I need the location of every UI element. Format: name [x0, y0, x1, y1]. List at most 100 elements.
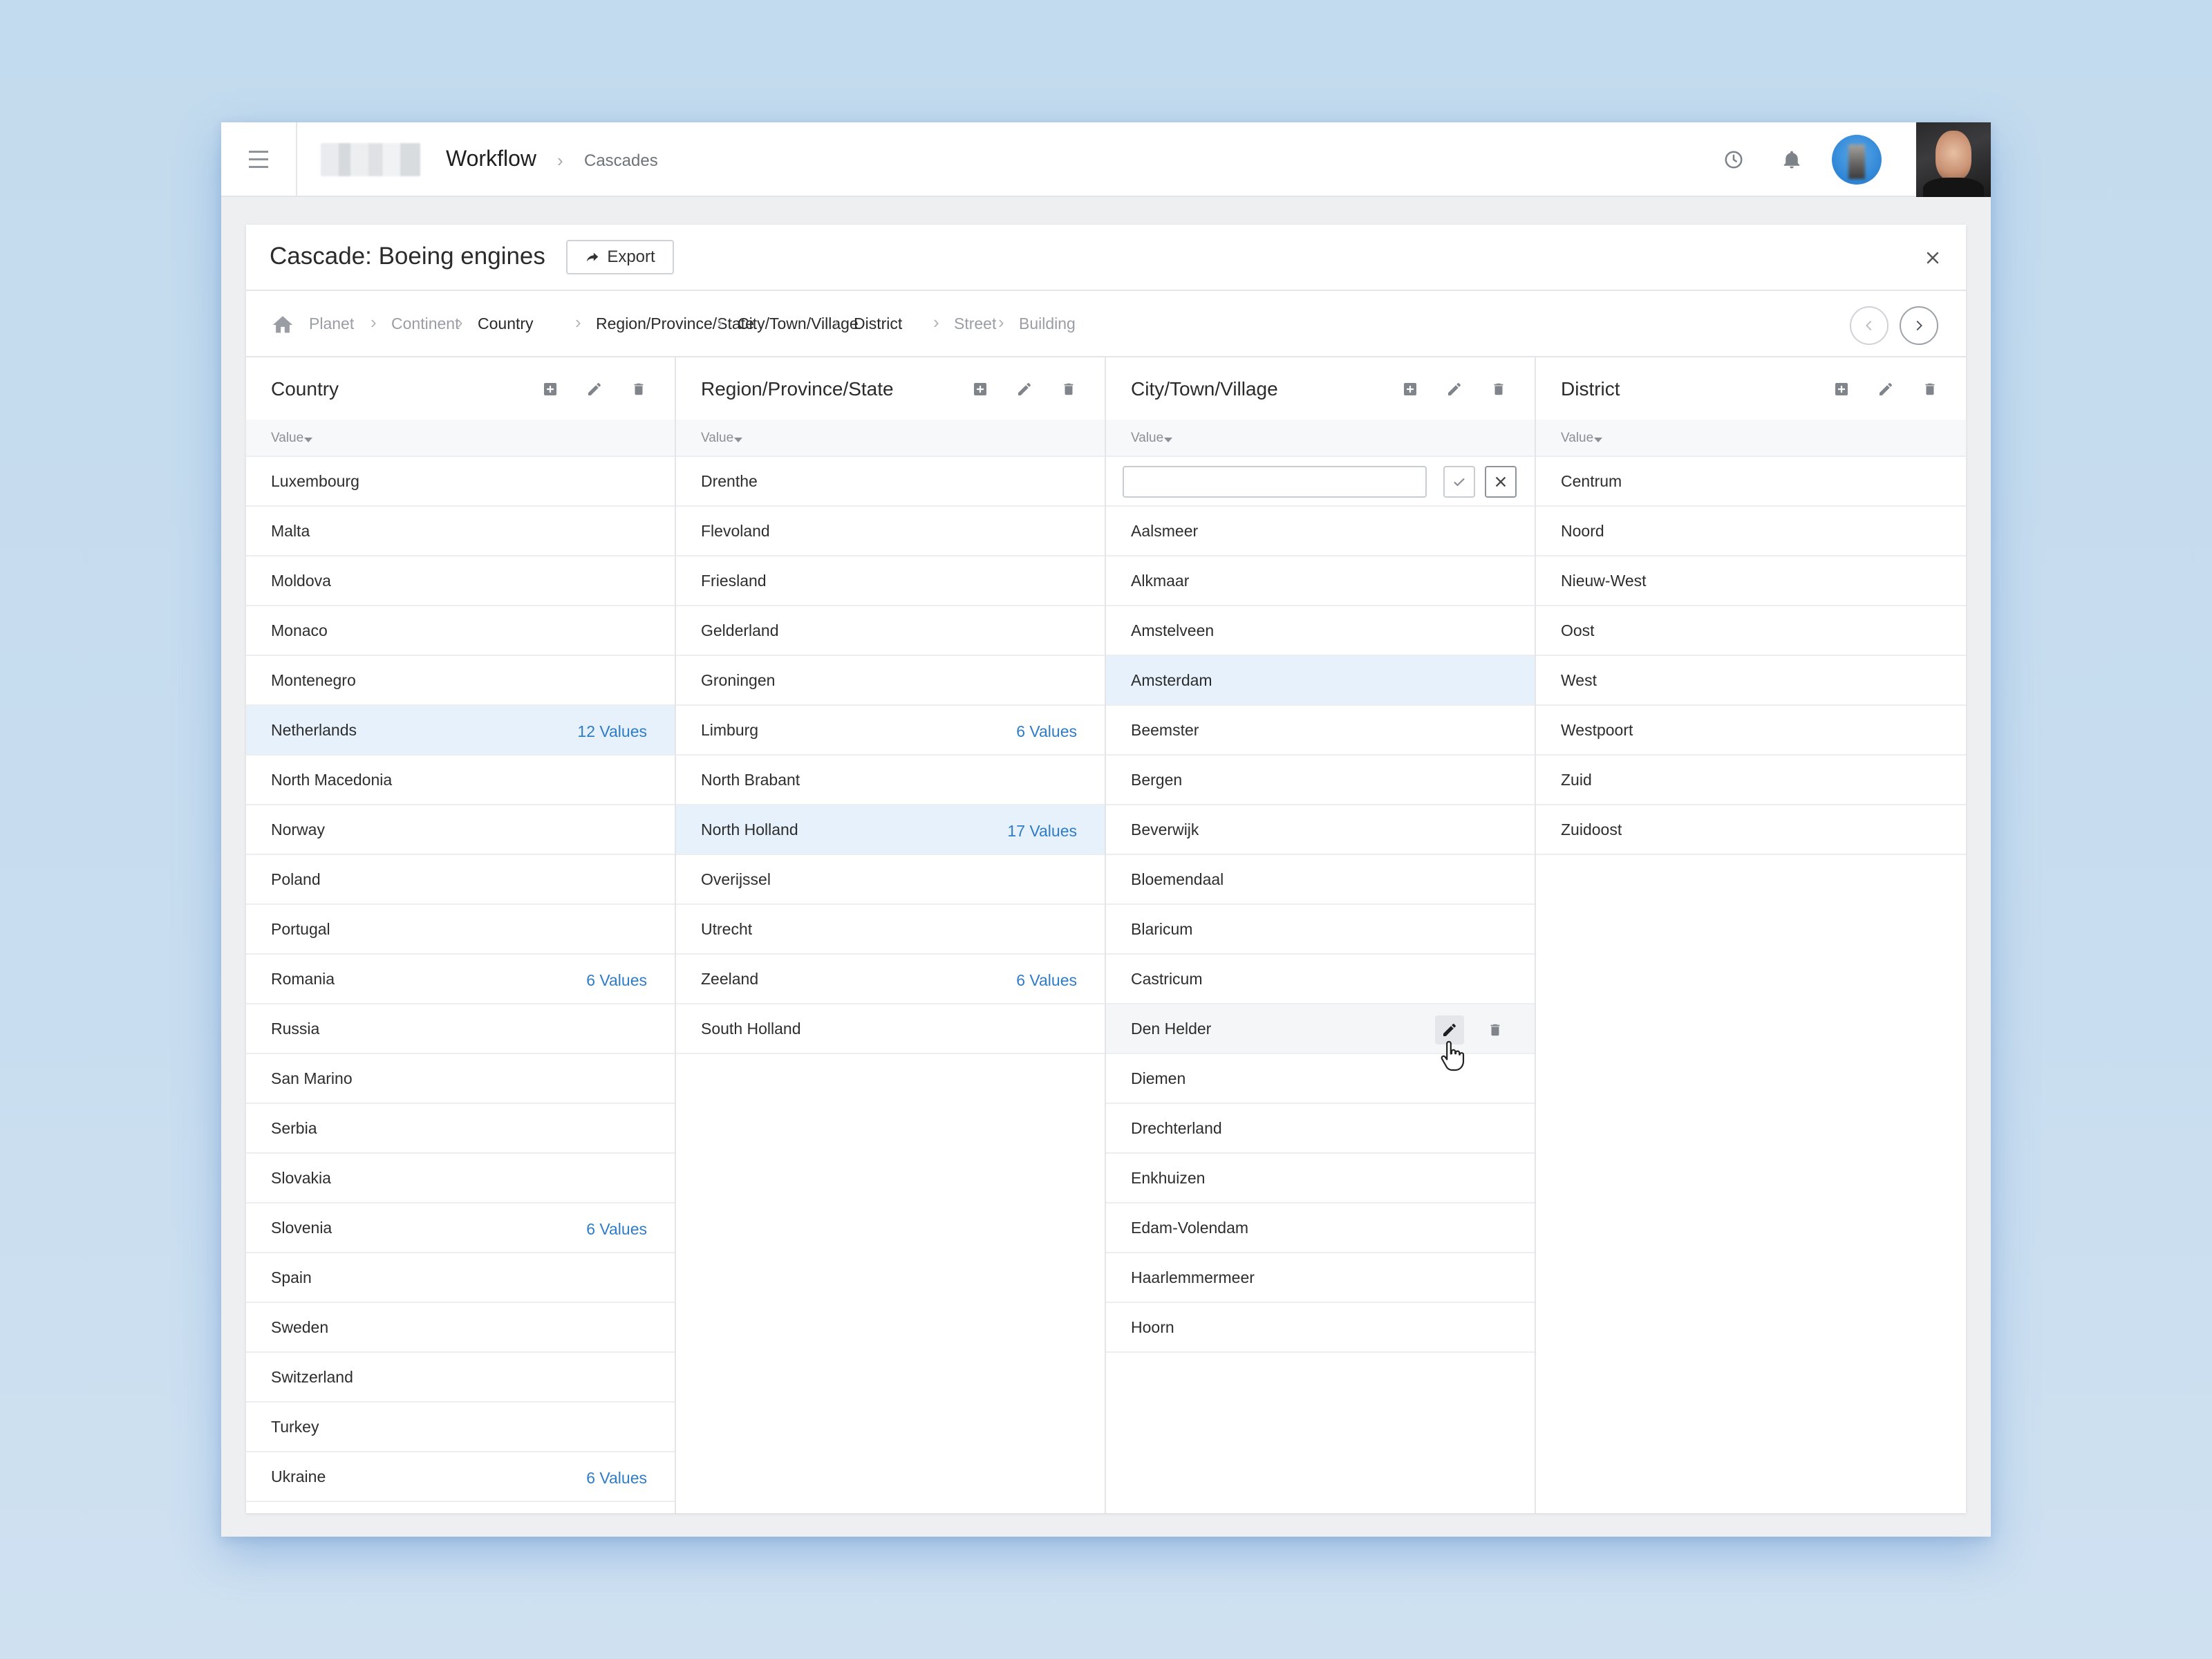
list-item[interactable]: Sweden	[246, 1303, 675, 1353]
list-item[interactable]: Amsterdam	[1106, 656, 1535, 706]
list-item[interactable]: Moldova	[246, 556, 675, 606]
list-item[interactable]: Limburg 6 Values	[676, 706, 1105, 756]
delete-column-button[interactable]	[1488, 378, 1510, 400]
list-item[interactable]: Norway	[246, 805, 675, 855]
delete-value-button[interactable]	[1481, 1015, 1510, 1044]
list-item[interactable]: Enkhuizen	[1106, 1154, 1535, 1203]
list-item[interactable]: Monaco	[246, 606, 675, 656]
list-item[interactable]: Gelderland	[676, 606, 1105, 656]
list-item[interactable]: Serbia	[246, 1104, 675, 1154]
list-item[interactable]: Bloemendaal	[1106, 855, 1535, 905]
breadcrumb-item[interactable]: Building	[1019, 315, 1076, 333]
list-item[interactable]: Alkmaar	[1106, 556, 1535, 606]
sort-label[interactable]: Value	[1561, 431, 1593, 446]
list-item[interactable]: Romania 6 Values	[246, 955, 675, 1004]
sort-label[interactable]: Value	[271, 431, 303, 446]
value-count[interactable]: 12 Values	[577, 722, 647, 741]
list-item[interactable]: North Macedonia	[246, 756, 675, 805]
list-item[interactable]: Friesland	[676, 556, 1105, 606]
list-item[interactable]: Oost	[1536, 606, 1966, 656]
list-item[interactable]: Turkey	[246, 1403, 675, 1452]
confirm-button[interactable]	[1443, 466, 1475, 498]
column-subheader[interactable]: Value	[1536, 420, 1966, 457]
list-item[interactable]: San Marino	[246, 1054, 675, 1104]
add-value-button[interactable]	[969, 378, 991, 400]
list-item[interactable]: Slovenia 6 Values	[246, 1203, 675, 1253]
close-button[interactable]	[1919, 244, 1947, 272]
edit-column-button[interactable]	[1013, 378, 1035, 400]
list-item[interactable]: Beverwijk	[1106, 805, 1535, 855]
notifications-button[interactable]	[1777, 144, 1807, 175]
list-item[interactable]: Westpoort	[1536, 706, 1966, 756]
value-count[interactable]: 6 Values	[586, 1469, 647, 1488]
delete-column-button[interactable]	[628, 378, 650, 400]
cancel-button[interactable]	[1485, 466, 1517, 498]
list-item[interactable]: Hoorn	[1106, 1303, 1535, 1353]
list-item[interactable]: Drechterland	[1106, 1104, 1535, 1154]
menu-button[interactable]	[221, 122, 297, 196]
list-item[interactable]: Bergen	[1106, 756, 1535, 805]
breadcrumb-item[interactable]: Country	[478, 315, 534, 333]
list-item[interactable]: Haarlemmermeer	[1106, 1253, 1535, 1303]
avatar[interactable]	[1832, 135, 1882, 185]
profile-photo[interactable]	[1916, 122, 1991, 197]
column-subheader[interactable]: Value	[676, 420, 1105, 457]
sort-label[interactable]: Value	[701, 431, 733, 446]
value-count[interactable]: 6 Values	[1016, 722, 1077, 741]
list-item[interactable]: Spain	[246, 1253, 675, 1303]
list-item[interactable]: Drenthe	[676, 457, 1105, 507]
edit-column-button[interactable]	[1875, 378, 1897, 400]
history-button[interactable]	[1718, 144, 1749, 175]
value-count[interactable]: 6 Values	[586, 971, 647, 990]
home-icon[interactable]	[271, 313, 294, 337]
list-item[interactable]: South Holland	[676, 1004, 1105, 1054]
list-item[interactable]: West	[1536, 656, 1966, 706]
breadcrumb-item[interactable]: City/Town/Village	[738, 315, 859, 333]
breadcrumb-item[interactable]: Region/Province/State	[596, 315, 754, 333]
list-item[interactable]: Aalsmeer	[1106, 507, 1535, 556]
list-item[interactable]: Malta	[246, 507, 675, 556]
column-subheader[interactable]: Value	[246, 420, 675, 457]
app-section[interactable]: Cascades	[584, 151, 658, 171]
list-item[interactable]: Flevoland	[676, 507, 1105, 556]
list-item[interactable]: Overijssel	[676, 855, 1105, 905]
list-item[interactable]: Diemen	[1106, 1054, 1535, 1104]
list-item[interactable]: Portugal	[246, 905, 675, 955]
list-item[interactable]: North Brabant	[676, 756, 1105, 805]
breadcrumb-item[interactable]: Continent	[391, 315, 459, 333]
list-item[interactable]: Den Helder	[1106, 1004, 1535, 1054]
list-item[interactable]: Blaricum	[1106, 905, 1535, 955]
list-item[interactable]: Groningen	[676, 656, 1105, 706]
breadcrumb-item[interactable]: District	[854, 315, 902, 333]
sort-label[interactable]: Value	[1131, 431, 1163, 446]
delete-column-button[interactable]	[1058, 378, 1080, 400]
list-item[interactable]: Poland	[246, 855, 675, 905]
list-item[interactable]: Zuid	[1536, 756, 1966, 805]
value-count[interactable]: 6 Values	[586, 1220, 647, 1239]
delete-column-button[interactable]	[1919, 378, 1941, 400]
list-item[interactable]: Amstelveen	[1106, 606, 1535, 656]
list-item[interactable]: Beemster	[1106, 706, 1535, 756]
previous-level-button[interactable]	[1850, 306, 1888, 345]
next-level-button[interactable]	[1900, 306, 1938, 345]
list-item[interactable]: Zeeland 6 Values	[676, 955, 1105, 1004]
app-title[interactable]: Workflow	[446, 146, 536, 171]
list-item[interactable]: Noord	[1536, 507, 1966, 556]
list-item[interactable]: Zuidoost	[1536, 805, 1966, 855]
breadcrumb-item[interactable]: Street	[954, 315, 996, 333]
list-item[interactable]: Castricum	[1106, 955, 1535, 1004]
list-item[interactable]: Utrecht	[676, 905, 1105, 955]
list-item[interactable]: North Holland 17 Values	[676, 805, 1105, 855]
column-subheader[interactable]: Value	[1106, 420, 1535, 457]
add-value-button[interactable]	[1399, 378, 1421, 400]
value-count[interactable]: 17 Values	[1007, 822, 1077, 841]
breadcrumb-item[interactable]: Planet	[309, 315, 354, 333]
list-item[interactable]: Nieuw-West	[1536, 556, 1966, 606]
list-item[interactable]: Slovakia	[246, 1154, 675, 1203]
edit-column-button[interactable]	[1443, 378, 1465, 400]
list-item[interactable]: Russia	[246, 1004, 675, 1054]
list-item[interactable]: Luxembourg	[246, 457, 675, 507]
add-value-button[interactable]	[539, 378, 561, 400]
edit-column-button[interactable]	[583, 378, 606, 400]
list-item[interactable]: Montenegro	[246, 656, 675, 706]
